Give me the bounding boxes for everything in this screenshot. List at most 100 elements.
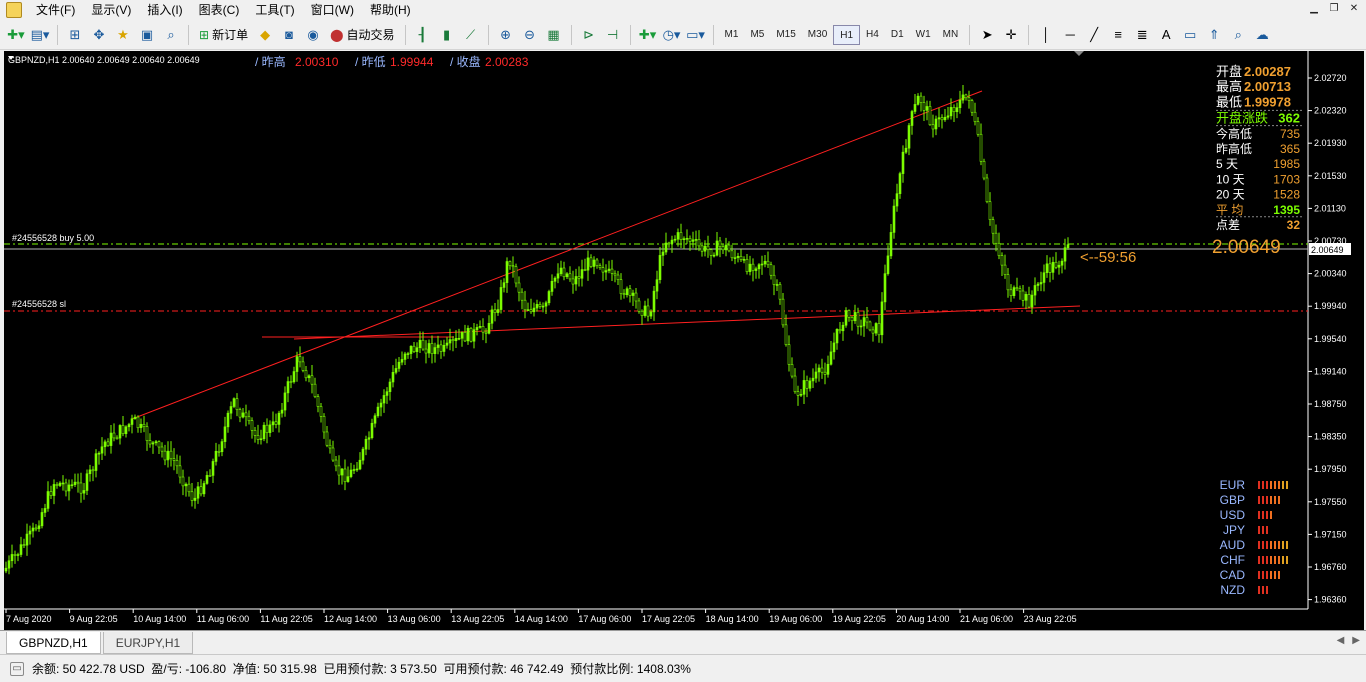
time-axis-label: 17 Aug 22:05 xyxy=(642,614,695,624)
timeframe-m30[interactable]: M30 xyxy=(802,25,833,45)
upper-trendline[interactable] xyxy=(131,90,983,420)
price-chart[interactable]: GBPNZD,H1 2.00640 2.00649 2.00640 2.0064… xyxy=(4,51,1364,630)
metaeditor-icon[interactable]: ◆ xyxy=(254,24,276,46)
candle-body xyxy=(130,418,134,425)
candle-body xyxy=(985,177,989,202)
candle-body xyxy=(403,353,407,360)
timeframe-d1[interactable]: D1 xyxy=(885,25,910,45)
candle-body xyxy=(850,317,854,322)
timeframe-w1[interactable]: W1 xyxy=(910,25,937,45)
auto-scroll-icon[interactable]: ⊳ xyxy=(578,24,600,46)
candle-body xyxy=(973,111,977,122)
menu-insert[interactable]: 插入(I) xyxy=(139,0,190,20)
menu-window[interactable]: 窗口(W) xyxy=(303,0,362,20)
community-icon[interactable]: ☁ xyxy=(1251,24,1273,46)
candle-body xyxy=(343,468,347,482)
candle-body xyxy=(64,482,68,492)
tab-gbpnzd-h1[interactable]: GBPNZD,H1 xyxy=(6,632,101,654)
collapse-icon[interactable]: ▭ xyxy=(10,661,24,676)
timeframe-m5[interactable]: M5 xyxy=(744,25,770,45)
channel-icon[interactable]: ≡ xyxy=(1107,24,1129,46)
candle-body xyxy=(286,381,290,394)
candle-body xyxy=(115,437,119,440)
line-chart-icon[interactable]: ⟋ xyxy=(460,24,482,46)
close-icon[interactable]: ✕ xyxy=(1346,2,1362,16)
timeframe-h1[interactable]: H1 xyxy=(833,24,861,45)
arrows-icon[interactable]: ⇑ xyxy=(1203,24,1225,46)
candle-body xyxy=(304,370,308,379)
indicators-icon[interactable]: ✚▾ xyxy=(637,24,659,46)
time-axis-label: 13 Aug 22:05 xyxy=(451,614,504,624)
market-icon[interactable]: ◉ xyxy=(302,24,324,46)
timeframe-h4[interactable]: H4 xyxy=(860,25,885,45)
auto-trade-button[interactable]: ⬤ 自动交易 xyxy=(326,24,398,46)
data-window-icon[interactable]: ✥ xyxy=(88,24,110,46)
profiles-icon[interactable]: ▤▾ xyxy=(29,24,51,46)
candle-body xyxy=(337,465,341,476)
chart-shift-icon[interactable]: ⊣ xyxy=(602,24,624,46)
candle-body xyxy=(244,412,248,418)
candle-body xyxy=(619,279,623,294)
candle-body xyxy=(625,288,629,295)
navigator-icon[interactable]: ★ xyxy=(112,24,134,46)
strength-bar xyxy=(1278,481,1280,489)
menu-view[interactable]: 显示(V) xyxy=(83,0,139,20)
candle-body xyxy=(220,441,224,453)
periods-icon[interactable]: ◷▾ xyxy=(661,24,683,46)
toolbar-separator xyxy=(404,24,406,45)
horizontal-line-icon[interactable]: ─ xyxy=(1059,24,1081,46)
zoom-in-icon[interactable]: ⊕ xyxy=(495,24,517,46)
terminal-icon[interactable]: ▣ xyxy=(136,24,158,46)
candle-body xyxy=(484,331,488,334)
cursor-icon[interactable]: ➤ xyxy=(976,24,998,46)
info-panel-label: 最低 xyxy=(1216,94,1242,109)
vertical-line-icon[interactable]: │ xyxy=(1035,24,1057,46)
candle-body xyxy=(1006,274,1010,291)
signals-icon[interactable]: ◙ xyxy=(278,24,300,46)
candle-body xyxy=(778,284,782,300)
tab-eurjpy-h1[interactable]: EURJPY,H1 xyxy=(102,632,194,654)
chart-shift-marker[interactable] xyxy=(1074,51,1084,56)
candlestick-icon[interactable]: ▮ xyxy=(436,24,458,46)
chart-canvas[interactable]: GBPNZD,H1 2.00640 2.00649 2.00640 2.0064… xyxy=(4,51,1364,630)
timeframe-m1[interactable]: M1 xyxy=(719,25,745,45)
candle-body xyxy=(595,259,599,266)
candle-body xyxy=(85,473,89,491)
tab-next-icon[interactable]: ▶ xyxy=(1352,635,1360,646)
candle-body xyxy=(73,481,77,486)
menu-charts[interactable]: 图表(C) xyxy=(191,0,248,20)
search-icon[interactable]: ⌕ xyxy=(1227,24,1249,46)
new-chart-icon[interactable]: ✚▾ xyxy=(5,24,27,46)
menu-tools[interactable]: 工具(T) xyxy=(247,0,302,20)
timeframe-m15[interactable]: M15 xyxy=(770,25,801,45)
candle-body xyxy=(748,263,752,272)
time-axis-label: 19 Aug 22:05 xyxy=(833,614,886,624)
text-icon[interactable]: A xyxy=(1155,24,1177,46)
time-axis-label: 11 Aug 22:05 xyxy=(260,614,312,624)
fibonacci-icon[interactable]: ≣ xyxy=(1131,24,1153,46)
menu-help[interactable]: 帮助(H) xyxy=(362,0,419,20)
candle-body xyxy=(334,459,338,467)
trendline-icon[interactable]: ╱ xyxy=(1083,24,1105,46)
info-panel-label: 5 天 xyxy=(1216,157,1238,171)
strategy-tester-icon[interactable]: ⌕ xyxy=(160,24,182,46)
market-watch-icon[interactable]: ⊞ xyxy=(64,24,86,46)
strength-bar xyxy=(1266,556,1268,564)
candle-body xyxy=(670,239,674,244)
zoom-out-icon[interactable]: ⊖ xyxy=(519,24,541,46)
restore-icon[interactable]: ❐ xyxy=(1326,2,1342,16)
bar-chart-icon[interactable]: ┨ xyxy=(412,24,434,46)
auto-trade-icon: ⬤ xyxy=(330,27,344,42)
label-icon[interactable]: ▭ xyxy=(1179,24,1201,46)
timeframe-mn[interactable]: MN xyxy=(937,25,965,45)
tab-prev-icon[interactable]: ◀ xyxy=(1337,635,1345,646)
minimize-icon[interactable]: ▁ xyxy=(1306,2,1322,16)
menu-file[interactable]: 文件(F) xyxy=(28,0,83,20)
candle-body xyxy=(361,448,365,461)
new-order-button[interactable]: ⊞ 新订单 xyxy=(195,24,252,46)
currency-code-gbp: GBP xyxy=(1220,493,1245,507)
templates-icon[interactable]: ▭▾ xyxy=(685,24,707,46)
candle-body xyxy=(598,265,602,268)
crosshair-icon[interactable]: ✛ xyxy=(1000,24,1022,46)
tile-windows-icon[interactable]: ▦ xyxy=(543,24,565,46)
